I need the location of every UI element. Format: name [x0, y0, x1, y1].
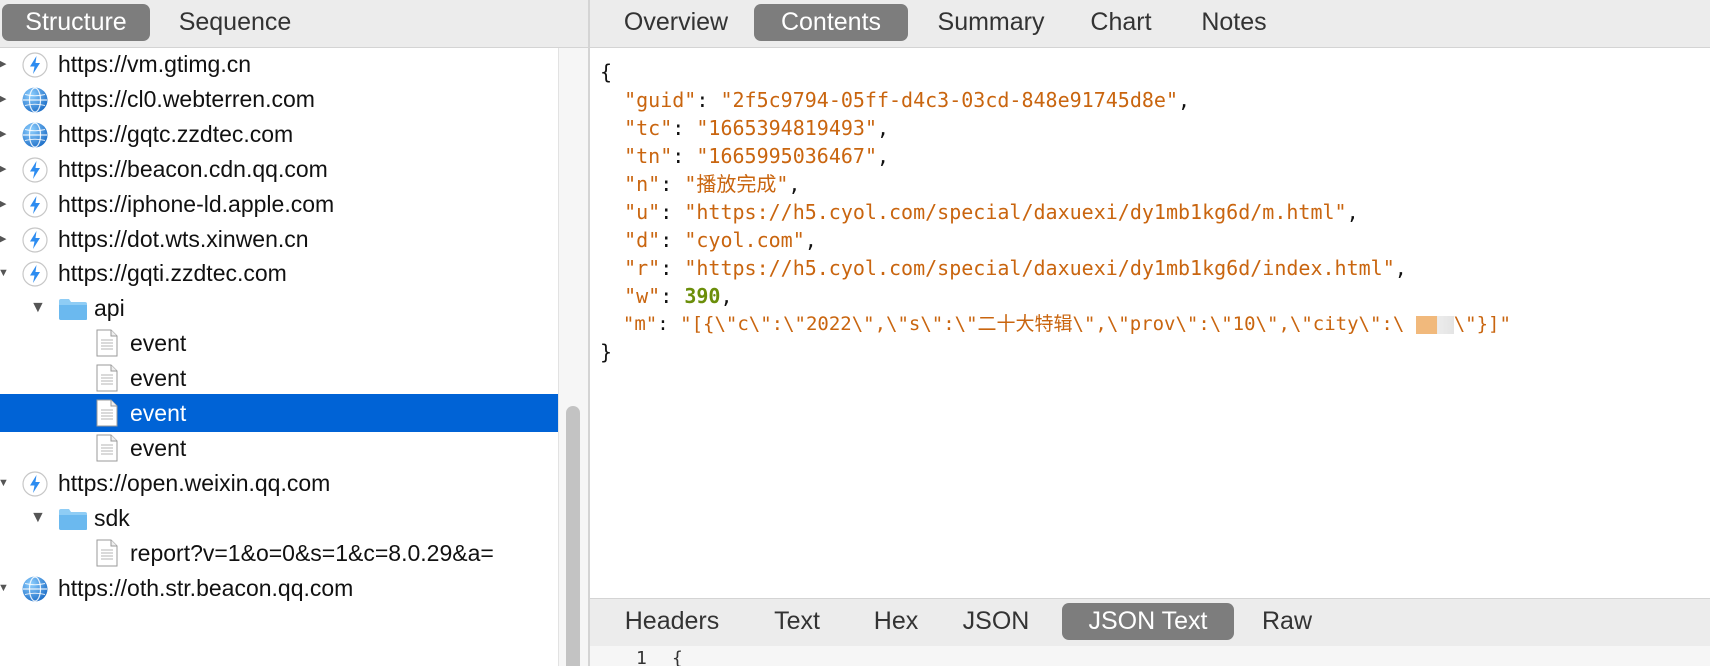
expand-triangle-icon[interactable]: ▶ [0, 150, 6, 188]
tab-summary[interactable]: Summary [922, 4, 1060, 41]
tab-sequence[interactable]: Sequence [160, 4, 310, 41]
tree-row[interactable]: ▶ https://dot.wts.xinwen.cn [0, 220, 558, 258]
tree-row-label: https://oth.str.beacon.qq.com [58, 574, 354, 601]
tab-chart[interactable]: Chart [1074, 4, 1168, 41]
json-open-brace: { [600, 60, 613, 84]
tree-row[interactable]: ▶ https://iphone-ld.apple.com [0, 185, 558, 223]
raw-preview: 1 { [590, 646, 1710, 666]
tree-row[interactable]: event [0, 394, 558, 432]
globe-icon [22, 575, 48, 602]
tree-row-label: https://gqtc.zzdtec.com [58, 120, 294, 147]
tab-raw[interactable]: Raw [1246, 603, 1328, 640]
json-line-w: "w": 390, [624, 284, 733, 308]
right-toolbar: Overview Contents Summary Chart Notes [590, 0, 1710, 48]
tree-row-label: https://cl0.webterren.com [58, 85, 315, 112]
tree-scrollbar[interactable] [558, 48, 588, 666]
document-icon [96, 364, 118, 392]
json-line-u: "u": "https://h5.cyol.com/special/daxuex… [624, 200, 1359, 224]
expand-triangle-icon[interactable]: ▶ [0, 80, 6, 118]
bolt-icon [22, 52, 48, 78]
tree-row-label: https://vm.gtimg.cn [58, 51, 252, 77]
tree-row-label: event [130, 365, 187, 392]
folder-icon [58, 507, 88, 531]
tree-row-label: https://open.weixin.qq.com [58, 469, 331, 496]
tree-row[interactable]: ▶ https://gqtc.zzdtec.com [0, 115, 558, 153]
tree-row[interactable]: ▼ https://oth.str.beacon.qq.com [0, 569, 558, 607]
tree-row-label: https://iphone-ld.apple.com [58, 190, 335, 217]
json-line-m: "m": "[{\"c\":\"2022\",\"s\":\"二十大特辑\",\… [622, 313, 1511, 335]
bottom-toolbar: Headers Text Hex JSON JSON Text Raw [590, 598, 1710, 646]
tree-row[interactable]: ▶ https://beacon.cdn.qq.com [0, 150, 558, 188]
tab-notes[interactable]: Notes [1184, 4, 1284, 41]
json-line-tn: "tn": "1665995036467", [624, 144, 890, 168]
tree-row[interactable]: ▼ https://open.weixin.qq.com [0, 464, 558, 502]
tree-row[interactable]: ▶ https://cl0.webterren.com [0, 80, 558, 118]
tree-row[interactable]: report?v=1&o=0&s=1&c=8.0.29&a= [0, 534, 558, 572]
json-close-brace: } [600, 340, 613, 364]
tree-row[interactable]: ▼ api [0, 289, 558, 327]
expand-triangle-icon[interactable]: ▶ [0, 115, 6, 153]
json-line-guid: "guid": "2f5c9794-05ff-d4c3-03cd-848e917… [624, 88, 1191, 112]
tree-row[interactable]: ▼ sdk [0, 499, 558, 537]
tree-row-label: event [130, 330, 187, 357]
bolt-icon [22, 471, 48, 497]
tree-row[interactable]: event [0, 324, 558, 362]
tree-row-label: https://gqti.zzdtec.com [58, 260, 287, 287]
tree-row-label: event [130, 434, 187, 461]
folder-icon [58, 297, 88, 321]
tab-json-text[interactable]: JSON Text [1062, 603, 1234, 640]
json-viewer[interactable]: { "guid": "2f5c9794-05ff-d4c3-03cd-848e9… [590, 48, 1710, 598]
tree-row[interactable]: ▶ https://vm.gtimg.cn [0, 48, 558, 83]
bolt-icon [22, 157, 48, 183]
tree-row-label: https://beacon.cdn.qq.com [58, 155, 328, 182]
globe-icon [22, 122, 48, 148]
expand-triangle-icon[interactable]: ▶ [0, 220, 6, 258]
tab-text[interactable]: Text [756, 603, 838, 640]
collapse-triangle-icon[interactable]: ▼ [0, 464, 9, 502]
tree-row[interactable]: event [0, 429, 558, 467]
tab-contents[interactable]: Contents [754, 4, 908, 41]
tree-row[interactable]: event [0, 359, 558, 397]
json-line-n: "n": "播放完成", [624, 172, 801, 196]
tree-row-label: api [94, 295, 125, 322]
tab-overview[interactable]: Overview [612, 4, 740, 41]
tab-json[interactable]: JSON [950, 603, 1042, 640]
tree-row-label: report?v=1&o=0&s=1&c=8.0.29&a= [130, 539, 494, 566]
tab-headers[interactable]: Headers [610, 603, 734, 640]
left-toolbar: Structure Sequence [0, 0, 588, 48]
tree-row[interactable]: ▼ https://gqti.zzdtec.com [0, 254, 558, 292]
line-number: 1 [636, 648, 647, 666]
tab-structure[interactable]: Structure [2, 4, 150, 41]
line-text: { [672, 648, 683, 666]
collapse-triangle-icon[interactable]: ▼ [30, 289, 46, 327]
document-icon [96, 399, 118, 427]
host-tree: ▶ https://vm.gtimg.cn ▶ https://cl0.webterr… [0, 48, 558, 666]
bolt-icon [22, 261, 48, 287]
json-line-tc: "tc": "1665394819493", [624, 116, 890, 140]
document-icon [96, 539, 118, 567]
structure-panel: Structure Sequence ▶ https://vm.gtimg.cn ▶… [0, 0, 588, 666]
redacted-value [1415, 315, 1454, 334]
bolt-icon [22, 191, 48, 218]
collapse-triangle-icon[interactable]: ▼ [30, 499, 46, 537]
expand-triangle-icon[interactable]: ▶ [0, 48, 6, 83]
tree-row-label: https://dot.wts.xinwen.cn [58, 225, 309, 252]
detail-panel: Overview Contents Summary Chart Notes { … [590, 0, 1710, 666]
tree-row-label: sdk [94, 504, 130, 531]
collapse-triangle-icon[interactable]: ▼ [0, 569, 9, 607]
document-icon [96, 434, 118, 462]
globe-icon [22, 87, 48, 113]
document-icon [96, 329, 118, 357]
bolt-icon [22, 226, 48, 253]
tree-scroll-thumb[interactable] [566, 406, 580, 666]
expand-triangle-icon[interactable]: ▶ [0, 185, 6, 223]
json-line-r: "r": "https://h5.cyol.com/special/daxuex… [624, 256, 1407, 280]
json-line-d: "d": "cyol.com", [624, 228, 817, 252]
tab-hex[interactable]: Hex [858, 603, 934, 640]
collapse-triangle-icon[interactable]: ▼ [0, 254, 9, 292]
tree-row-label: event [130, 400, 187, 426]
